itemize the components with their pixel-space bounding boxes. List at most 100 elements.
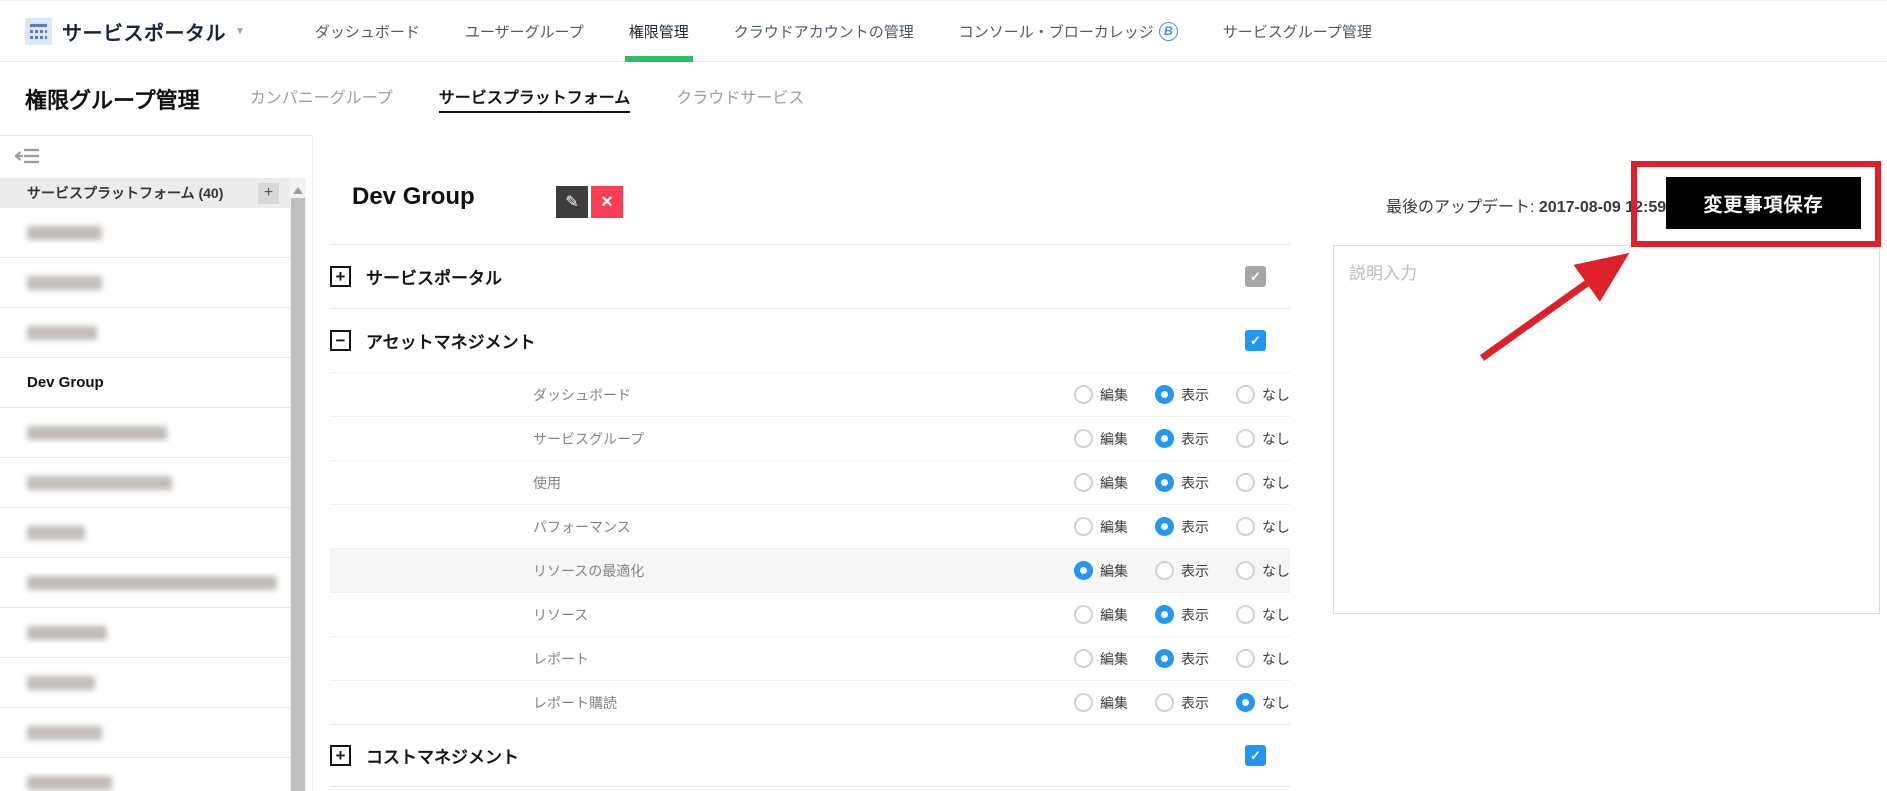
sidebar-item[interactable]: Dev Group <box>0 358 290 408</box>
radio-group: 編集 表示 なし <box>1074 693 1290 713</box>
radio-option-view[interactable]: 表示 <box>1155 429 1209 449</box>
radio-option-edit[interactable]: 編集 <box>1074 605 1128 625</box>
radio-option-edit[interactable]: 編集 <box>1074 649 1128 669</box>
permission-label: 使用 <box>533 473 561 493</box>
blurred-group-name <box>27 226 102 240</box>
section-label: アセットマネジメント <box>366 328 536 353</box>
nav-item[interactable]: サービスグループ管理 <box>1223 0 1372 62</box>
radio-view-icon[interactable] <box>1155 693 1174 712</box>
radio-label: なし <box>1262 473 1290 493</box>
blurred-group-name <box>27 476 172 490</box>
radio-edit-icon[interactable] <box>1074 605 1093 624</box>
save-changes-button[interactable]: 変更事項保存 <box>1666 177 1861 229</box>
radio-option-view[interactable]: 表示 <box>1155 693 1209 713</box>
sidebar-item[interactable] <box>0 758 290 791</box>
add-group-button[interactable]: + <box>258 183 279 204</box>
radio-view-icon[interactable] <box>1155 561 1174 580</box>
tab[interactable]: サービスプラットフォーム <box>439 84 631 113</box>
radio-view-icon[interactable] <box>1155 605 1174 624</box>
scroll-up-icon[interactable] <box>293 187 303 194</box>
section-label: サービスポータル <box>366 264 502 289</box>
radio-view-icon[interactable] <box>1155 385 1174 404</box>
group-title: Dev Group <box>352 183 475 211</box>
nav-item[interactable]: ユーザーグループ <box>465 0 584 62</box>
radio-option-view[interactable]: 表示 <box>1155 473 1209 493</box>
radio-edit-icon[interactable] <box>1074 693 1093 712</box>
radio-label: 表示 <box>1181 693 1209 713</box>
sidebar-item[interactable] <box>0 458 290 508</box>
expand-section-icon[interactable]: + <box>330 745 351 766</box>
radio-option-view[interactable]: 表示 <box>1155 649 1209 669</box>
radio-option-view[interactable]: 表示 <box>1155 561 1209 581</box>
sidebar-item[interactable] <box>0 408 290 458</box>
section-label: コストマネジメント <box>366 743 519 768</box>
radio-edit-icon[interactable] <box>1074 517 1093 536</box>
radio-edit-icon[interactable] <box>1074 429 1093 448</box>
radio-none-icon[interactable] <box>1236 693 1255 712</box>
sidebar-item[interactable] <box>0 508 290 558</box>
radio-edit-icon[interactable] <box>1074 649 1093 668</box>
expand-section-icon[interactable]: + <box>330 266 351 287</box>
radio-label: なし <box>1262 429 1290 449</box>
section-checkbox[interactable]: ✓ <box>1245 330 1266 351</box>
description-input[interactable] <box>1333 245 1880 614</box>
delete-group-button[interactable]: ✕ <box>591 186 623 218</box>
radio-option-none[interactable]: なし <box>1236 473 1290 493</box>
radio-none-icon[interactable] <box>1236 473 1255 492</box>
section-checkbox[interactable]: ✓ <box>1245 266 1266 287</box>
radio-edit-icon[interactable] <box>1074 473 1093 492</box>
radio-label: 編集 <box>1100 561 1128 581</box>
tab[interactable]: クラウドサービス <box>676 84 804 113</box>
section-checkbox[interactable]: ✓ <box>1245 745 1266 766</box>
nav-item[interactable]: コンソール・ブローカレッジB <box>959 0 1178 62</box>
radio-option-none[interactable]: なし <box>1236 649 1290 669</box>
radio-view-icon[interactable] <box>1155 429 1174 448</box>
radio-view-icon[interactable] <box>1155 517 1174 536</box>
radio-option-edit[interactable]: 編集 <box>1074 517 1128 537</box>
radio-option-view[interactable]: 表示 <box>1155 385 1209 405</box>
nav-item[interactable]: ダッシュボード <box>315 0 420 62</box>
nav-item[interactable]: 権限管理 <box>629 0 689 62</box>
collapse-sidebar-icon[interactable] <box>15 146 41 166</box>
radio-option-edit[interactable]: 編集 <box>1074 561 1128 581</box>
radio-edit-icon[interactable] <box>1074 385 1093 404</box>
radio-none-icon[interactable] <box>1236 561 1255 580</box>
radio-none-icon[interactable] <box>1236 429 1255 448</box>
collapse-section-icon[interactable]: − <box>330 330 351 351</box>
radio-option-view[interactable]: 表示 <box>1155 517 1209 537</box>
app-window: サービスポータル ▼ ダッシュボードユーザーグループ権限管理クラウドアカウントの… <box>0 0 1887 791</box>
radio-none-icon[interactable] <box>1236 605 1255 624</box>
radio-option-none[interactable]: なし <box>1236 561 1290 581</box>
radio-label: 編集 <box>1100 429 1128 449</box>
radio-none-icon[interactable] <box>1236 517 1255 536</box>
sidebar-item[interactable] <box>0 558 290 608</box>
sidebar-item[interactable] <box>0 658 290 708</box>
radio-option-none[interactable]: なし <box>1236 605 1290 625</box>
radio-none-icon[interactable] <box>1236 385 1255 404</box>
radio-none-icon[interactable] <box>1236 649 1255 668</box>
radio-edit-icon[interactable] <box>1074 561 1093 580</box>
scrollbar-thumb[interactable] <box>291 198 305 791</box>
radio-view-icon[interactable] <box>1155 649 1174 668</box>
edit-group-button[interactable]: ✎ <box>556 186 588 218</box>
radio-option-edit[interactable]: 編集 <box>1074 429 1128 449</box>
blurred-group-name <box>27 726 102 740</box>
sidebar-item[interactable] <box>0 708 290 758</box>
sidebar-item[interactable] <box>0 208 290 258</box>
sidebar-item[interactable] <box>0 258 290 308</box>
sidebar-item[interactable] <box>0 308 290 358</box>
radio-view-icon[interactable] <box>1155 473 1174 492</box>
sidebar-item[interactable] <box>0 608 290 658</box>
tab[interactable]: カンパニーグループ <box>250 84 393 113</box>
radio-option-edit[interactable]: 編集 <box>1074 473 1128 493</box>
chevron-down-icon[interactable]: ▼ <box>235 26 245 37</box>
radio-option-none[interactable]: なし <box>1236 517 1290 537</box>
radio-option-none[interactable]: なし <box>1236 693 1290 713</box>
radio-option-edit[interactable]: 編集 <box>1074 693 1128 713</box>
radio-option-view[interactable]: 表示 <box>1155 605 1209 625</box>
nav-item[interactable]: クラウドアカウントの管理 <box>734 0 914 62</box>
logo-title[interactable]: サービスポータル <box>62 17 226 46</box>
radio-option-none[interactable]: なし <box>1236 429 1290 449</box>
radio-option-none[interactable]: なし <box>1236 385 1290 405</box>
radio-option-edit[interactable]: 編集 <box>1074 385 1128 405</box>
